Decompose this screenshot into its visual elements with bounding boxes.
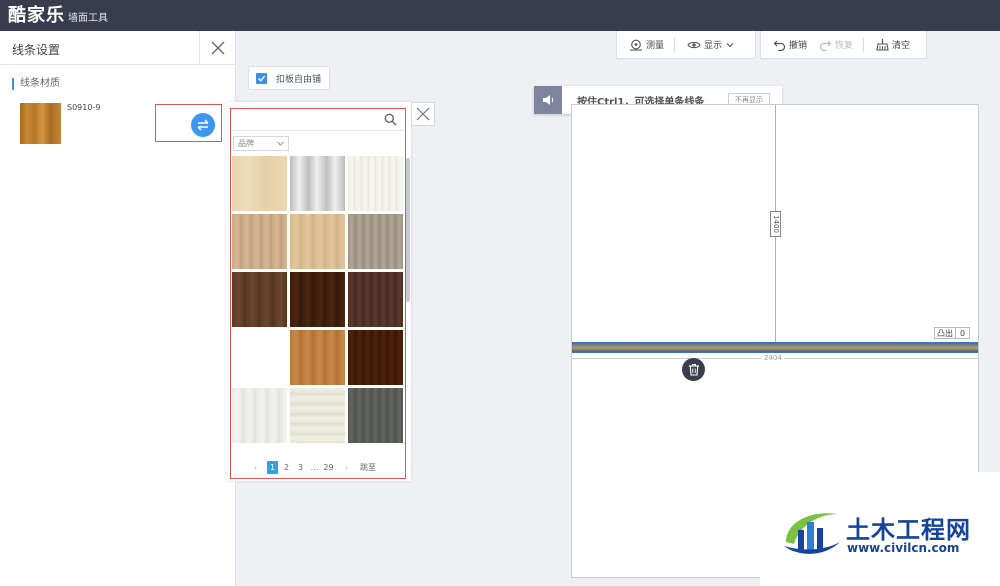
close-icon	[211, 41, 224, 55]
pagination-jump[interactable]: 跳至	[360, 461, 376, 474]
clear-button[interactable]: 清空	[876, 38, 910, 51]
panel-title: 线条设置	[12, 43, 61, 57]
chevron-down-icon	[277, 141, 284, 146]
logo-main: 酷家乐	[8, 5, 65, 26]
tape-measure-icon	[630, 39, 642, 51]
search-input[interactable]	[234, 111, 379, 129]
search-icon[interactable]	[384, 113, 397, 126]
material-tile[interactable]	[232, 330, 287, 385]
material-thumbnail[interactable]	[20, 103, 61, 144]
vertical-dimension[interactable]: 1400	[770, 211, 781, 237]
pagination-page[interactable]: 3	[295, 461, 306, 474]
material-tile[interactable]	[348, 330, 403, 385]
pagination-page[interactable]: 29	[323, 461, 334, 474]
undo-button[interactable]: 撤销	[773, 38, 807, 51]
pagination-page[interactable]: 2	[281, 461, 292, 474]
material-picker: 品牌 ‹ 1 2 3 ... 29 › 跳至	[226, 102, 411, 481]
picker-close-button[interactable]	[411, 102, 435, 126]
free-tile-option[interactable]: 扣板自由铺	[248, 66, 330, 90]
material-tile[interactable]	[290, 156, 345, 211]
horizontal-dimension-value: 2404	[762, 354, 784, 362]
pagination: ‹ 1 2 3 ... 29 › 跳至	[250, 460, 379, 475]
selected-line-strip[interactable]	[572, 342, 978, 353]
watermark-url: www.civilcn.com	[847, 541, 960, 555]
material-code: S0910-9	[67, 103, 101, 112]
broom-icon	[876, 39, 889, 51]
section-title: 线条材质	[12, 78, 60, 90]
undo-icon	[773, 40, 786, 51]
top-bar: 酷家乐 墙面工具	[0, 0, 1000, 31]
free-tile-checkbox[interactable]	[256, 72, 267, 84]
swap-material-highlight	[155, 104, 222, 142]
panel-header: 线条设置	[0, 31, 235, 65]
watermark-title: 土木工程网	[846, 516, 971, 544]
panel-close-button[interactable]	[199, 31, 235, 65]
display-dropdown[interactable]: 显示	[687, 38, 737, 51]
watermark-logo-icon	[784, 513, 840, 554]
material-tile[interactable]	[348, 388, 403, 443]
swap-icon	[197, 119, 209, 131]
material-tile[interactable]	[290, 214, 345, 269]
pagination-ellipsis: ...	[310, 463, 319, 472]
redo-button[interactable]: 恢复	[819, 38, 853, 51]
material-tile[interactable]	[348, 272, 403, 327]
logo-sub: 墙面工具	[68, 13, 108, 24]
app-logo: 酷家乐 墙面工具	[8, 4, 108, 27]
picker-scrollbar[interactable]	[406, 158, 410, 302]
material-tile[interactable]	[232, 214, 287, 269]
horizontal-dimension: 2404	[572, 354, 978, 363]
speaker-icon	[534, 86, 562, 114]
free-tile-label: 扣板自由铺	[276, 74, 322, 85]
site-watermark: 土木工程网 www.civilcn.com	[760, 472, 1000, 586]
brand-select-value: 品牌	[238, 139, 254, 148]
measure-label: 测量	[646, 41, 665, 51]
protrude-label: 凸出	[934, 327, 956, 339]
protrude-input[interactable]: 0	[956, 327, 970, 339]
pagination-prev[interactable]: ‹	[250, 461, 261, 474]
clear-label: 清空	[892, 41, 911, 51]
brand-select[interactable]: 品牌	[233, 136, 289, 151]
material-tile[interactable]	[232, 388, 287, 443]
search-row	[232, 110, 404, 131]
trash-icon	[688, 364, 699, 376]
undo-label: 撤销	[789, 41, 808, 51]
material-tile[interactable]	[290, 272, 345, 327]
vertical-dimension-value: 1400	[771, 215, 780, 233]
material-tile[interactable]	[348, 214, 403, 269]
eye-icon	[687, 41, 701, 48]
close-icon	[416, 107, 430, 121]
swap-material-button[interactable]	[191, 113, 215, 137]
toolbar-divider	[674, 37, 676, 52]
pagination-next[interactable]: ›	[341, 461, 352, 474]
chevron-down-icon	[726, 42, 734, 47]
protrude-control: 凸出 0	[934, 327, 970, 339]
material-tile[interactable]	[232, 272, 287, 327]
material-tile[interactable]	[348, 156, 403, 211]
redo-icon	[819, 40, 832, 51]
pagination-page[interactable]: 1	[267, 461, 278, 474]
view-toolbar: 测量 显示	[616, 31, 756, 59]
line-settings-panel: 线条设置 线条材质 S0910-9	[0, 31, 236, 586]
material-tile[interactable]	[232, 156, 287, 211]
delete-button[interactable]	[682, 358, 705, 381]
check-icon	[258, 75, 266, 82]
toolbar-divider	[863, 37, 865, 52]
material-tile[interactable]	[290, 330, 345, 385]
redo-label: 恢复	[835, 41, 854, 51]
display-label: 显示	[704, 41, 723, 51]
material-tile[interactable]	[290, 388, 345, 443]
edit-toolbar: 撤销 恢复 清空	[760, 31, 927, 59]
measure-button[interactable]: 测量	[629, 38, 664, 51]
